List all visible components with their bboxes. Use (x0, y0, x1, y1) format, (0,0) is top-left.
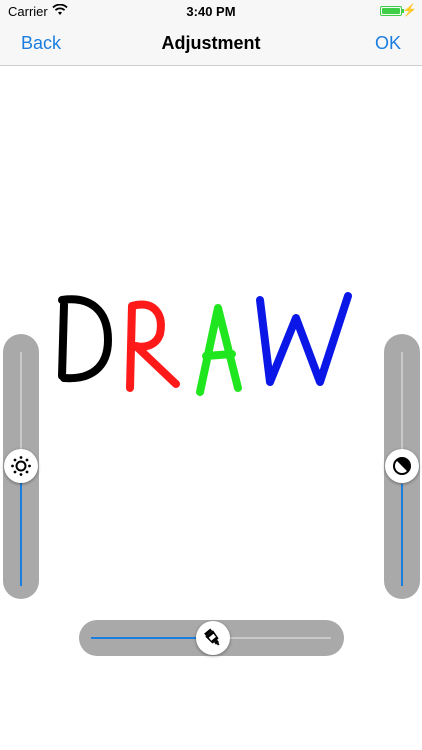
brightness-slider-thumb[interactable] (4, 449, 38, 483)
paint-tube-icon (204, 628, 220, 646)
drawing-preview (58, 292, 352, 396)
contrast-track-upper (401, 352, 403, 462)
drawn-letter-d (58, 295, 112, 383)
brightness-slider[interactable] (3, 334, 39, 599)
contrast-slider[interactable] (384, 334, 420, 599)
saturation-slider-thumb[interactable] (196, 621, 230, 655)
battery-icon (380, 6, 404, 16)
page-title: Adjustment (161, 33, 261, 53)
adjustment-screen: Carrier 3:40 PM ⚡ Back Adjustment OK (0, 0, 422, 750)
saturation-slider[interactable] (79, 620, 344, 656)
brightness-track-upper (20, 352, 22, 464)
brightness-icon (11, 456, 31, 476)
drawn-letter-r (126, 300, 180, 392)
contrast-track-filled (401, 484, 403, 586)
charging-icon: ⚡ (402, 3, 417, 17)
clock: 3:40 PM (186, 4, 236, 19)
status-bar: Carrier 3:40 PM ⚡ (0, 0, 422, 22)
navigation-bar: Back Adjustment OK (0, 22, 422, 66)
saturation-track-filled (91, 637, 197, 639)
brightness-track-filled (20, 482, 22, 586)
ok-button[interactable]: OK (375, 33, 401, 54)
contrast-slider-thumb[interactable] (385, 449, 419, 483)
drawn-letter-a (196, 304, 242, 396)
drawn-letter-w (256, 292, 352, 386)
saturation-track-right (229, 637, 331, 639)
contrast-icon (393, 457, 411, 475)
